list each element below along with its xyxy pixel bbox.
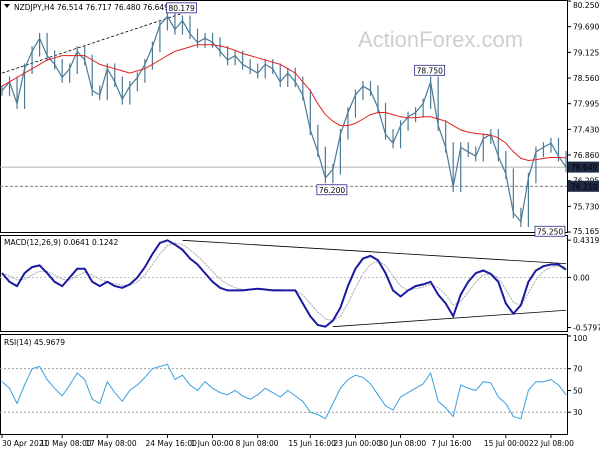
x-tick-label: 7 Jul 16:00	[431, 439, 471, 448]
rsi-y-tick-label: 70	[573, 365, 583, 374]
rsi-plot	[0, 363, 567, 420]
price-y-tick-label: 77.995	[573, 100, 599, 109]
x-tick-label: 1 Jun 00:00	[191, 439, 234, 448]
x-tick-label: 17 May 08:00	[85, 439, 137, 448]
rsi-y-tick-label: 100	[573, 334, 588, 343]
level-price-tag: 76.210	[571, 182, 597, 191]
rsi-line	[1, 363, 567, 420]
forex-chart: ActionForex.com NZDJPY,H4 76.514 76.717 …	[0, 0, 600, 448]
macd-trend-line	[182, 239, 567, 265]
x-tick-label: 15 Jul 00:00	[484, 439, 529, 448]
macd-plot	[0, 239, 567, 328]
macd-panel-header: MACD(12,26,9) 0.0641 0.1242	[4, 238, 118, 247]
price-y-tick-label: 78.560	[573, 74, 599, 83]
price-y-tick-label: 75.165	[573, 227, 599, 236]
price-y-tick-label: 75.730	[573, 202, 599, 211]
macd-line	[1, 239, 567, 328]
x-tick-label: 8 Jun 08:00	[236, 439, 279, 448]
x-tick-label: 30 Jun 08:00	[379, 439, 427, 448]
x-tick-label: 10 May 08:00	[40, 439, 92, 448]
price-y-tick-label: 79.690	[573, 23, 599, 32]
macd-trend-line	[332, 309, 567, 328]
price-y-tick-label: 80.250	[573, 1, 599, 10]
annotation-label: 76.200	[319, 186, 345, 195]
price-y-tick-label: 76.860	[573, 151, 599, 160]
x-tick-label: 23 Jun 00:00	[333, 439, 381, 448]
rsi-y-tick-label: 30	[573, 408, 583, 417]
watermark: ActionForex.com	[358, 27, 523, 52]
rsi-y-tick-label: 50	[573, 386, 583, 395]
price-panel-header: NZDJPY,H4 76.514 76.717 76.480 76.649	[14, 3, 169, 12]
header-dropdown-icon[interactable]	[4, 4, 10, 8]
rsi-panel-header: RSI(14) 45.9679	[4, 338, 65, 347]
price-y-tick-label: 77.430	[573, 125, 599, 134]
macd-panel	[0, 235, 568, 332]
annotation-label: 75.250	[537, 227, 563, 236]
macd-y-tick-label: 0.00	[573, 273, 590, 282]
macd-signal-line	[1, 242, 567, 322]
macd-y-tick-label: 0.4319	[573, 236, 599, 245]
x-tick-label: 22 Jul 08:00	[529, 439, 574, 448]
current-price-tag: 76.649	[571, 163, 597, 172]
annotation-label: 78.750	[417, 66, 443, 75]
annotation-label: 80.179	[168, 4, 194, 13]
macd-y-tick-label: -0.5797	[573, 324, 600, 333]
price-y-tick-label: 79.125	[573, 48, 599, 57]
rsi-panel	[0, 334, 568, 435]
x-tick-label: 24 May 16:00	[145, 439, 197, 448]
x-tick-label: 15 Jun 16:00	[288, 439, 336, 448]
